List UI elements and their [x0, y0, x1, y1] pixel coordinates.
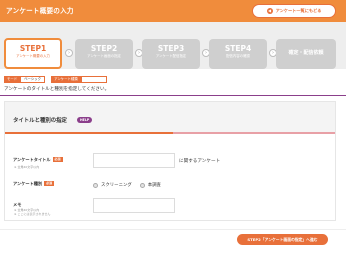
page-title: アンケート概要の入力 [6, 7, 74, 15]
memo-note-2: ※ ここには表示されません [14, 212, 51, 216]
step-1: STEP1 アンケート概要の入力 [4, 38, 62, 69]
step-confirm: 確定・配信依頼 [276, 39, 336, 69]
required-badge: 必須 [44, 181, 55, 186]
title-field-label: アンケートタイトル 必須 [13, 157, 63, 163]
type-field-label-text: アンケート種別 [13, 181, 43, 186]
title-field-label-text: アンケートタイトル [13, 157, 51, 162]
survey-type-value [80, 76, 107, 83]
back-arrow-icon: ◀ [266, 8, 273, 14]
title-suffix: に関するアンケート [179, 159, 221, 164]
instruction-text: アンケートのタイトルと種別を指定してください。 [4, 87, 110, 92]
divider [0, 95, 346, 96]
step-4-subtitle: 配信内容の確認 [226, 54, 250, 58]
step-4-title: STEP4 [224, 44, 252, 53]
survey-type-label: アンケート種類 [51, 76, 81, 83]
mode-label: モード [4, 76, 21, 83]
section-header: タイトルと種別の指定 HELP [5, 102, 335, 132]
memo-input[interactable] [93, 198, 175, 213]
step-2-subtitle: アンケート画面の指定 [87, 54, 121, 58]
radio-main-survey[interactable] [139, 182, 145, 188]
title-field-note: ※ 全角40文字以内 [14, 165, 40, 169]
type-field-label: アンケート種別 必須 [13, 181, 55, 187]
step-3-subtitle: アンケート配信指定 [155, 54, 187, 58]
step-3: STEP3 アンケート配信指定 [142, 39, 200, 69]
step-arrow-icon: › [65, 49, 73, 57]
footer-divider [0, 229, 346, 230]
required-badge: 必須 [52, 157, 63, 162]
radio-screening[interactable] [93, 182, 98, 188]
survey-title-input[interactable] [93, 153, 175, 168]
step-2: STEP2 アンケート画面の指定 [75, 39, 133, 69]
step-1-title: STEP1 [19, 44, 47, 53]
radio-main-survey-label[interactable]: 本調査 [148, 182, 161, 188]
back-to-list-label: アンケート一覧にもどる [275, 8, 322, 13]
back-to-list-button[interactable]: ◀ アンケート一覧にもどる [252, 4, 336, 18]
step-confirm-title: 確定・配信依頼 [288, 50, 324, 56]
section-underline [5, 132, 335, 134]
header-bar: アンケート概要の入力 ◀ アンケート一覧にもどる [0, 0, 346, 22]
mode-value: ベーシック [20, 76, 46, 83]
survey-type-radio-group: スクリーニング 本調査 [93, 182, 166, 188]
step-4: STEP4 配信内容の確認 [209, 39, 267, 69]
step-2-title: STEP2 [90, 44, 118, 53]
radio-screening-label[interactable]: スクリーニング [101, 182, 132, 188]
step-1-subtitle: アンケート概要の入力 [16, 54, 50, 58]
step-progress-bar: STEP1 アンケート概要の入力 › STEP2 アンケート画面の指定 › ST… [0, 22, 346, 69]
section-title: タイトルと種別の指定 [13, 118, 67, 124]
next-step-button[interactable]: STEP2「アンケート画面の指定」へ進む [237, 234, 328, 245]
mode-tabs: モード ベーシック アンケート種類 [4, 76, 107, 83]
form-panel: タイトルと種別の指定 HELP アンケートタイトル 必須 ※ 全角40文字以内 に… [4, 101, 336, 221]
help-badge[interactable]: HELP [77, 117, 93, 123]
step-3-title: STEP3 [157, 44, 185, 53]
